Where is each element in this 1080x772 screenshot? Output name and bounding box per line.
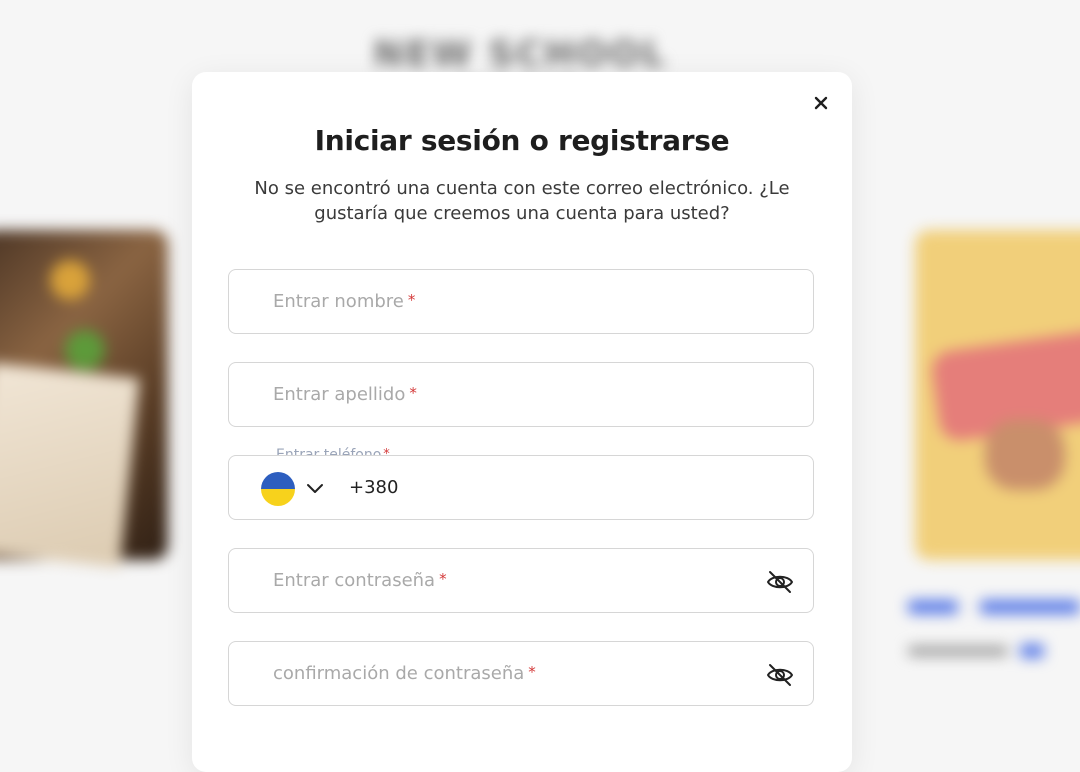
ukraine-flag-icon[interactable] [261, 472, 295, 506]
password-placeholder: Entrar contraseña * [273, 570, 447, 591]
card-link-2 [980, 600, 1080, 614]
password-field[interactable]: Entrar contraseña * [228, 548, 814, 613]
phone-field: +380 [228, 455, 814, 520]
card-link-1 [908, 600, 958, 614]
required-asterisk: * [407, 291, 416, 309]
eye-off-icon [767, 664, 793, 686]
close-button[interactable] [810, 92, 832, 114]
first-name-placeholder: Entrar nombre * [273, 291, 416, 312]
confirm-password-field[interactable]: confirmación de contraseña * [228, 641, 814, 706]
course-card-left [0, 230, 168, 568]
confirm-password-placeholder: confirmación de contraseña * [273, 663, 536, 684]
password-visibility-toggle[interactable] [765, 567, 795, 597]
modal-title: Iniciar sesión o registrarse [314, 124, 730, 157]
card-image-flower [50, 260, 90, 300]
required-asterisk: * [409, 384, 417, 402]
course-card-right [915, 230, 1080, 560]
first-name-field[interactable]: Entrar nombre * [228, 269, 814, 334]
card-meta [908, 646, 1008, 656]
phone-input[interactable]: +380 [349, 477, 398, 498]
chevron-down-icon[interactable] [305, 480, 325, 498]
eye-off-icon [767, 571, 793, 593]
close-icon [814, 96, 828, 110]
modal-subtitle: No se encontró una cuenta con este corre… [254, 178, 790, 224]
signup-modal: Iniciar sesión o registrarse No se encon… [192, 72, 852, 772]
card-image-hand [985, 420, 1065, 490]
card-image-leaf [65, 330, 105, 370]
required-asterisk: * [439, 570, 447, 588]
last-name-placeholder: Entrar apellido * [273, 384, 417, 405]
required-asterisk: * [528, 663, 536, 681]
confirm-password-visibility-toggle[interactable] [765, 660, 795, 690]
last-name-field[interactable]: Entrar apellido * [228, 362, 814, 427]
card-badge [1020, 644, 1044, 658]
card-image-paper [0, 362, 140, 568]
